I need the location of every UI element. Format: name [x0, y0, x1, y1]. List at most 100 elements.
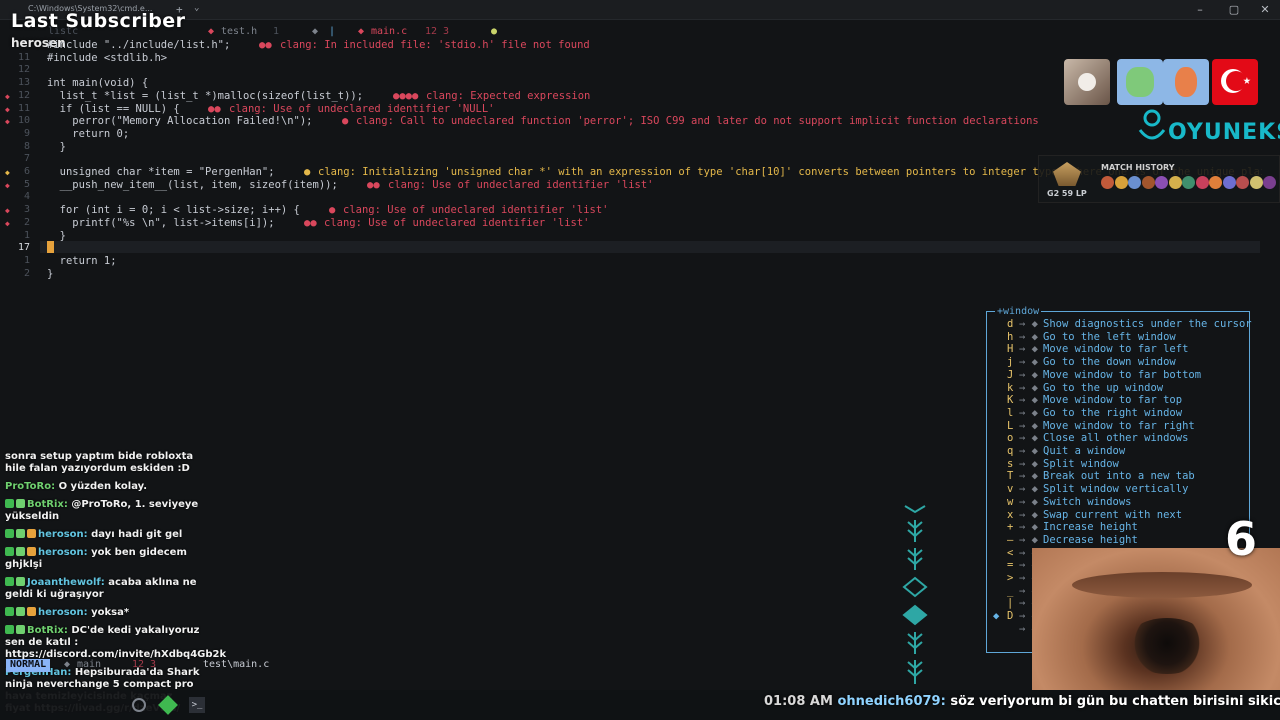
which-key-key: _	[1007, 584, 1014, 597]
champion-icon	[1263, 176, 1276, 189]
maximize-button[interactable]: ▢	[1219, 0, 1249, 20]
dropdown-icon[interactable]: ⌄	[194, 3, 199, 13]
brand-name: OYUNEKS	[1168, 120, 1280, 145]
champion-icon	[1101, 176, 1114, 189]
cursor-line-highlight	[40, 241, 1260, 253]
which-key-item[interactable]: T → ◆ Break out into a new tab	[987, 470, 1249, 482]
which-key-key: q	[1007, 445, 1014, 457]
code-line[interactable]: return 0;	[47, 128, 129, 140]
branch-icon: ◆	[64, 659, 71, 670]
chat-badge-icon	[27, 607, 36, 616]
code-line[interactable]: unsigned char *item = "PergenHan";	[47, 166, 275, 178]
chat-message: heroson: dayı hadi git gel	[5, 529, 200, 541]
which-key-desc: Go to the up window	[1043, 381, 1164, 394]
which-key-key: –	[1007, 533, 1014, 546]
arrow-icon: → ◆	[1019, 521, 1038, 534]
minimize-button[interactable]: –	[1185, 0, 1215, 20]
which-key-key: j	[1007, 356, 1014, 369]
line-number: 11	[17, 52, 30, 63]
which-key-desc: Break out into a new tab	[1043, 470, 1195, 483]
which-key-item[interactable]: J → ◆ Move window to far bottom	[987, 369, 1249, 381]
which-key-item[interactable]: l → ◆ Go to the right window	[987, 407, 1249, 419]
which-key-item[interactable]: x → ◆ Swap current with next	[987, 509, 1249, 521]
close-button[interactable]: ✕	[1250, 0, 1280, 20]
which-key-key: =	[1007, 559, 1014, 572]
which-key-item[interactable]: H → ◆ Move window to far left	[987, 343, 1249, 355]
chat-badge-icon	[5, 607, 14, 616]
which-key-item[interactable]: + → ◆ Increase height	[987, 521, 1249, 533]
which-key-key: d	[1007, 318, 1014, 330]
code-line[interactable]: int main(void) {	[47, 77, 148, 89]
marker-icon: ◆	[993, 610, 1000, 623]
code-line[interactable]: __push_new_item__(list, item, sizeof(ite…	[47, 179, 338, 191]
code-line[interactable]: return 1;	[47, 255, 117, 267]
arrow-icon: → ◆	[1019, 483, 1038, 496]
which-key-item[interactable]: v → ◆ Split window vertically	[987, 483, 1249, 495]
code-line[interactable]: printf("%s \n", list->items[i]);	[47, 217, 274, 229]
line-number: 1	[23, 255, 30, 266]
code-line[interactable]: perror("Memory Allocation Failed!\n");	[47, 115, 312, 127]
chat-message: sonra setup yaptım bide robloxta hile fa…	[5, 451, 200, 475]
code-line[interactable]: }	[47, 268, 53, 280]
which-key-item[interactable]: – → ◆ Decrease height	[987, 534, 1249, 546]
taskbar-icon-app[interactable]	[158, 695, 178, 715]
which-key-item[interactable]: h → ◆ Go to the left window	[987, 331, 1249, 343]
code-line[interactable]: #include "../include/list.h";	[47, 39, 230, 51]
line-number: 12	[17, 64, 30, 75]
arrow-icon: → ◆	[1019, 381, 1038, 394]
champion-icon	[1141, 176, 1155, 189]
which-key-item[interactable]: s → ◆ Split window	[987, 458, 1249, 470]
arrow-icon: → ◆	[1019, 508, 1038, 521]
decorative-arrows	[902, 505, 928, 684]
tab-test-h[interactable]: test.h	[221, 26, 257, 37]
code-line[interactable]: }	[47, 141, 66, 153]
file-path: test\main.c	[203, 659, 270, 670]
diagnostic-sign-icon: ◆	[5, 92, 10, 101]
which-key-item[interactable]: K → ◆ Move window to far top	[987, 394, 1249, 406]
code-line[interactable]: list_t *list = (list_t *)malloc(sizeof(l…	[47, 90, 363, 102]
arrow-icon: → ◆	[1019, 318, 1038, 330]
modified-dot-icon: ●	[491, 26, 498, 37]
which-key-desc: Increase height	[1043, 521, 1138, 534]
which-key-item[interactable]: d → ◆ Show diagnostics under the cursor	[987, 318, 1252, 330]
diagnostic-dots: ●●●●	[393, 90, 419, 102]
chat-message: ProToRo: O yüzden kolay.	[5, 481, 200, 493]
which-key-desc: Switch windows	[1043, 495, 1132, 508]
arrow-icon: → ◆	[1019, 343, 1038, 356]
webcam-feed	[1032, 548, 1280, 690]
chat-username: BotRix:	[27, 625, 68, 636]
which-key-key: J	[1007, 368, 1014, 381]
champion-icon	[1236, 176, 1249, 189]
champion-icon	[1155, 176, 1168, 189]
which-key-item[interactable]: j → ◆ Go to the down window	[987, 356, 1249, 368]
which-key-desc: Split window	[1043, 457, 1119, 470]
which-key-item[interactable]: L → ◆ Move window to far right	[987, 420, 1249, 432]
which-key-desc: Swap current with next	[1043, 508, 1183, 521]
code-line[interactable]: for (int i = 0; i < list->size; i++) {	[47, 204, 300, 216]
turkish-flag-icon: ★	[1212, 59, 1258, 105]
code-line[interactable]: if (list == NULL) {	[47, 103, 180, 115]
which-key-key: H	[1007, 343, 1014, 356]
which-key-item[interactable]: q → ◆ Quit a window	[987, 445, 1249, 457]
brand-person-icon	[1138, 109, 1166, 140]
tab-main-c[interactable]: main.c	[371, 26, 407, 37]
which-key-key: <	[1007, 546, 1014, 559]
which-key-desc: Move window to far top	[1043, 394, 1183, 407]
champion-icon	[1168, 176, 1182, 189]
match-history-widget: MATCH HISTORY G2 59 LP	[1038, 155, 1280, 203]
which-key-key: K	[1007, 394, 1014, 407]
which-key-item[interactable]: k → ◆ Go to the up window	[987, 382, 1249, 394]
code-line[interactable]: #include <stdlib.h>	[47, 52, 167, 64]
chat-username: heroson:	[38, 547, 88, 558]
arrow-icon: → ◆	[1019, 394, 1038, 407]
tab-close-icon[interactable]: ◆	[312, 26, 318, 37]
which-key-item[interactable]: o → ◆ Close all other windows	[987, 432, 1249, 444]
taskbar-icon-search[interactable]	[132, 698, 146, 712]
line-number: 8	[23, 141, 30, 152]
diagnostic-counts: 12 3	[132, 659, 157, 670]
taskbar-icon-terminal[interactable]: >_	[189, 697, 205, 713]
featured-chat-time: 01:08 AM	[764, 694, 833, 709]
diagnostic-message: clang: Call to undeclared function 'perr…	[356, 115, 1039, 127]
which-key-item[interactable]: w → ◆ Switch windows	[987, 496, 1249, 508]
chat-message: BotRix: @ProToRo, 1. seviyeye yükseldin	[5, 499, 200, 523]
